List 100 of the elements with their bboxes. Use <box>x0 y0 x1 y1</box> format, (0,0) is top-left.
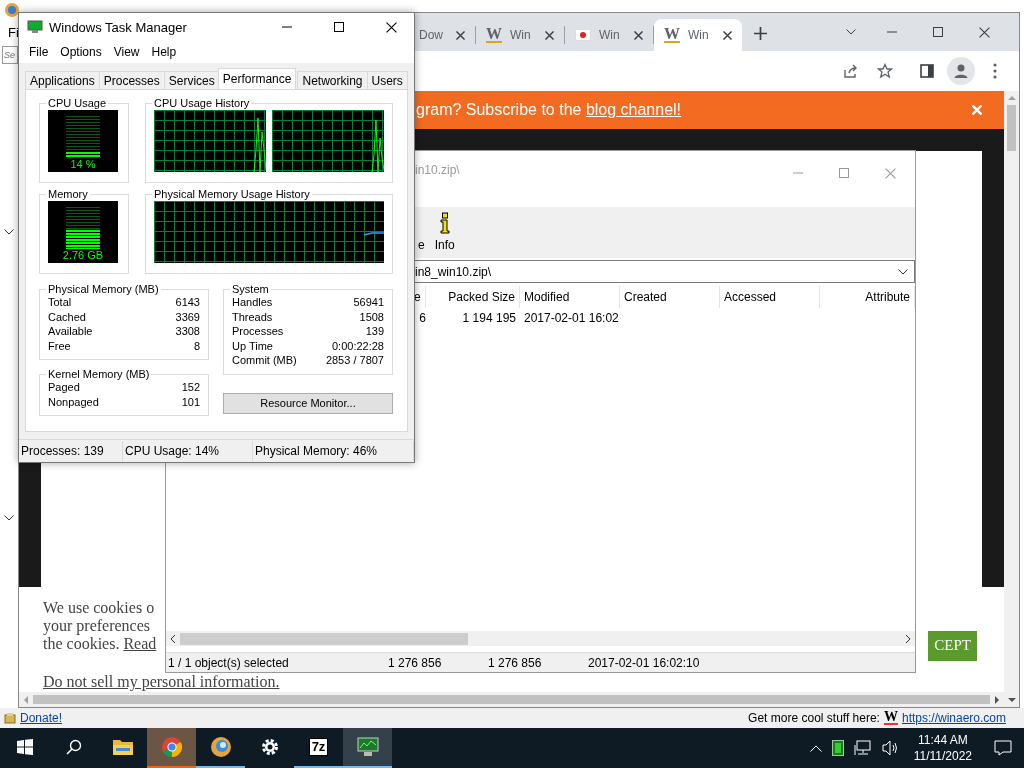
minimize-icon <box>282 26 292 28</box>
maximize-icon <box>334 22 344 32</box>
browser-tab[interactable]: Dow <box>415 19 475 51</box>
toolbar-button[interactable]: e <box>418 238 425 252</box>
column-header[interactable]: Attribute <box>820 286 915 308</box>
status-text: Processes: 139 <box>19 441 123 461</box>
windows-logo-icon <box>16 739 33 755</box>
close-icon <box>972 105 982 115</box>
cookie-text: your preferences <box>43 617 151 635</box>
window-title: in10.zip\ <box>415 163 460 177</box>
stat-label: Free <box>48 338 71 353</box>
status-text: 1 276 856 <box>387 655 443 670</box>
toolbar-button[interactable]: Info <box>434 212 455 252</box>
tab-favicon: W <box>664 27 680 43</box>
tab[interactable]: Applications <box>25 71 100 89</box>
close-icon <box>456 30 465 40</box>
app-icon <box>4 2 20 18</box>
scroll-thumb[interactable] <box>180 632 468 645</box>
notification-icon <box>994 740 1012 756</box>
stat-value: 0:00:22:28 <box>332 338 384 353</box>
group-title: Memory <box>47 188 89 200</box>
avatar-icon <box>952 62 970 80</box>
menu-item[interactable]: Fi <box>8 25 19 40</box>
chevron-icon <box>4 515 14 521</box>
browser-tab[interactable]: W Win <box>476 19 564 51</box>
menu-item[interactable]: Help <box>145 43 183 61</box>
stat-value: 6143 <box>175 295 200 310</box>
network-button[interactable] <box>851 740 874 756</box>
close-icon <box>884 167 896 179</box>
column-header[interactable]: Packed Size <box>426 286 520 308</box>
stat-label: Available <box>48 324 93 339</box>
column-header[interactable]: Modified <box>520 286 620 308</box>
banner-close-button[interactable] <box>970 103 984 117</box>
stat-value: 139 <box>365 324 384 339</box>
tray-icon[interactable] <box>829 740 846 756</box>
folder-icon <box>111 738 134 756</box>
stat-value: 101 <box>181 394 200 409</box>
stat-value: 152 <box>181 380 200 395</box>
browser-icon <box>160 736 183 758</box>
vertical-scrollbar[interactable] <box>1004 91 1019 707</box>
stat-label: Threads <box>232 309 273 324</box>
scroll-thumb[interactable] <box>33 695 990 704</box>
resource-monitor-button[interactable]: Resource Monitor... <box>223 392 393 414</box>
clock[interactable]: 11:44 AM 11/11/2022 <box>907 732 978 764</box>
group-title: Physical Memory (MB) <box>47 283 160 295</box>
opt-out-link[interactable]: Do not sell my personal information. <box>43 673 280 691</box>
group-title: CPU Usage History <box>153 97 251 109</box>
browser-tab[interactable]: W Win <box>654 19 742 51</box>
profile-button[interactable] <box>947 57 975 85</box>
chevron-icon <box>846 29 856 35</box>
donate-link[interactable]: Donate! <box>20 711 63 725</box>
status-text: Physical Memory: 46% <box>253 441 414 461</box>
close-icon <box>634 30 643 40</box>
dropdown-icon <box>898 268 908 275</box>
column-header[interactable]: Accessed <box>720 286 820 308</box>
search-icon <box>65 739 82 755</box>
scroll-thumb[interactable] <box>1007 105 1016 151</box>
tab[interactable]: Performance <box>217 68 297 89</box>
notifications-button[interactable] <box>992 740 1014 756</box>
up-arrow-icon <box>1007 95 1016 101</box>
network-icon <box>853 740 872 756</box>
search-field[interactable]: Se <box>2 46 18 64</box>
menu-item[interactable]: File <box>23 43 55 61</box>
speaker-icon <box>881 740 900 756</box>
tab[interactable]: Networking <box>297 71 368 89</box>
website-link[interactable]: https://winaero.com <box>901 711 1006 725</box>
plus-icon <box>754 27 767 40</box>
address-field[interactable]: in8_win10.zip\ <box>412 260 915 283</box>
archiver-icon: 7z <box>308 738 329 756</box>
stat-label: Total <box>48 295 72 310</box>
cookie-text: the cookies. Read <box>43 635 157 653</box>
read-more-link[interactable]: Read <box>123 635 157 652</box>
group-title: System <box>231 283 270 295</box>
minimize-icon <box>887 31 897 33</box>
horizontal-scrollbar[interactable] <box>19 692 1004 707</box>
status-text: 1 / 1 object(s) selected <box>167 655 290 670</box>
chevron-icon <box>4 229 14 235</box>
close-icon <box>978 26 990 38</box>
group-title: Kernel Memory (MB) <box>47 368 151 380</box>
promo-text: Get more cool stuff here: <box>748 711 880 725</box>
status-text: 2017-02-01 16:02:10 <box>587 655 701 670</box>
browser-tab[interactable]: Win <box>565 19 653 51</box>
menu-item[interactable]: View <box>107 43 146 61</box>
stat-value: 56941 <box>353 295 384 310</box>
stat-value: 3369 <box>175 309 200 324</box>
stat-value: 8 <box>193 338 200 353</box>
stat-value: 1508 <box>359 309 384 324</box>
menu-item[interactable]: Options <box>54 43 108 61</box>
stat-label: Paged <box>48 380 80 395</box>
maximize-icon <box>839 168 849 178</box>
stat-label: Nonpaged <box>48 394 99 409</box>
maximize-icon <box>933 27 943 37</box>
group-title: CPU Usage <box>47 97 108 109</box>
down-arrow-icon <box>1007 697 1016 703</box>
column-header[interactable]: Created <box>620 286 720 308</box>
tab[interactable]: Users <box>366 71 408 89</box>
stat-label: Handles <box>232 295 273 310</box>
horizontal-scrollbar[interactable] <box>166 631 915 646</box>
minimize-icon <box>793 172 803 174</box>
cookie-text: We use cookies o <box>43 599 155 617</box>
